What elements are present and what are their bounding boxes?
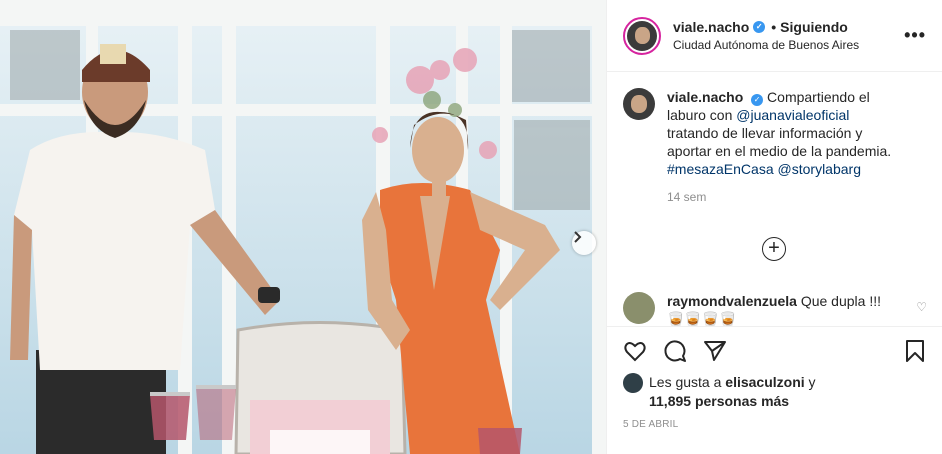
author-username[interactable]: viale.nacho [673, 19, 749, 35]
post-photo[interactable] [0, 0, 606, 454]
liker-username[interactable]: elisaculzoni [725, 374, 804, 390]
instagram-post: viale.nacho ✓ • Siguiendo Ciudad Autónom… [0, 0, 942, 454]
separator-dot: • [771, 19, 777, 35]
next-photo-button[interactable] [572, 231, 596, 255]
caption-mention-2[interactable]: @storylabarg [778, 161, 861, 177]
comment-icon[interactable] [663, 339, 687, 363]
likes-mid: y [804, 374, 816, 390]
comment-like-heart-icon[interactable]: ♡ [916, 300, 927, 314]
caption-username[interactable]: viale.nacho [667, 89, 743, 105]
liker-avatar[interactable] [623, 373, 643, 393]
commenter-username[interactable]: raymondvalenzuela [667, 293, 797, 309]
heart-icon[interactable] [623, 339, 647, 363]
caption-time: 14 sem [667, 190, 707, 204]
caption-avatar[interactable] [623, 88, 655, 120]
caption-mention-1[interactable]: @juanavialeoficial [736, 107, 849, 123]
post-side-panel: viale.nacho ✓ • Siguiendo Ciudad Autónom… [606, 0, 942, 454]
post-caption: viale.nacho ✓ Compartiendo el laburo con… [607, 72, 942, 178]
commenter-avatar[interactable] [623, 292, 655, 324]
follow-status-button[interactable]: Siguiendo [780, 19, 848, 35]
verified-badge-icon: ✓ [753, 21, 766, 33]
chevron-right-icon [574, 231, 582, 243]
caption-hashtag[interactable]: #mesazaEnCasa [667, 161, 774, 177]
post-location[interactable]: Ciudad Autónoma de Buenos Aires [673, 38, 904, 52]
load-more-comments-button[interactable]: + [762, 237, 786, 261]
author-avatar[interactable] [623, 16, 661, 55]
likes-summary: Les gusta a elisaculzoni y 11,895 person… [607, 363, 942, 411]
caption-text-2: tratando de llevar información y aportar… [667, 125, 892, 159]
plus-circle-icon: + [768, 237, 780, 259]
photo-illustration [0, 0, 606, 454]
likes-prefix: Les gusta a [649, 374, 726, 390]
bookmark-icon[interactable] [903, 339, 927, 363]
more-options-icon[interactable]: ••• [904, 25, 926, 46]
share-icon[interactable] [703, 339, 727, 363]
post-actions: Les gusta a elisaculzoni y 11,895 person… [607, 326, 942, 454]
likes-count[interactable]: 11,895 personas más [649, 393, 789, 409]
caption-text: viale.nacho ✓ Compartiendo el laburo con… [667, 88, 897, 178]
post-header: viale.nacho ✓ • Siguiendo Ciudad Autónom… [607, 0, 942, 72]
post-date[interactable]: 5 DE ABRIL [607, 411, 942, 430]
comment-item: raymondvalenzuela Que dupla !!!🥃🥃🥃🥃 ♡ [623, 292, 927, 328]
verified-badge-icon: ✓ [751, 94, 764, 106]
